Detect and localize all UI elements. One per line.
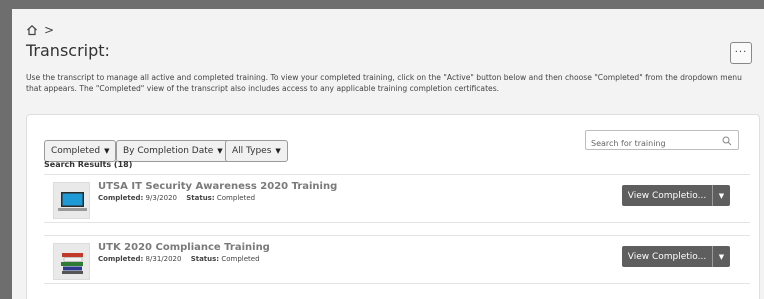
type-filter-label: All Types <box>232 146 272 156</box>
caret-down-icon: ▼ <box>275 147 281 155</box>
caret-down-icon: ▼ <box>104 147 110 155</box>
search-box <box>585 130 739 153</box>
status-label: Status: <box>186 194 215 202</box>
books-icon <box>61 253 83 274</box>
transcript-page: > Transcript: ··· Use the transcript to … <box>12 9 764 299</box>
training-title[interactable]: UTK 2020 Compliance Training <box>98 242 270 253</box>
training-meta: Completed: 9/3/2020 Status: Completed <box>98 194 255 202</box>
home-icon[interactable] <box>26 24 38 36</box>
view-completion-button[interactable]: View Completio... <box>622 185 712 206</box>
completed-label: Completed: <box>98 194 144 202</box>
laptop-icon <box>58 192 87 211</box>
breadcrumb-separator: > <box>44 23 55 37</box>
search-input[interactable] <box>586 134 716 153</box>
sort-dropdown[interactable]: By Completion Date ▼ <box>116 140 230 162</box>
status-value: Completed <box>221 255 260 263</box>
caret-down-icon[interactable]: ▼ <box>712 185 730 206</box>
training-thumbnail <box>53 243 90 280</box>
status-filter-label: Completed <box>51 146 101 156</box>
sort-label: By Completion Date <box>123 146 214 156</box>
training-meta: Completed: 8/31/2020 Status: Completed <box>98 255 260 263</box>
view-completion-button-group: View Completio... ▼ <box>622 246 730 267</box>
training-title[interactable]: UTSA IT Security Awareness 2020 Training <box>98 181 337 192</box>
type-filter-dropdown[interactable]: All Types ▼ <box>225 140 288 162</box>
page-title: Transcript: <box>26 41 110 60</box>
search-icon[interactable] <box>722 136 732 146</box>
status-value: Completed <box>216 194 256 202</box>
caret-down-icon: ▼ <box>217 147 223 155</box>
caret-down-icon[interactable]: ▼ <box>712 246 730 267</box>
completed-label: Completed: <box>98 255 144 263</box>
view-completion-button-group: View Completio... ▼ <box>622 185 730 206</box>
search-results-count: Search Results (18) <box>44 160 133 169</box>
completed-date: 9/3/2020 <box>145 194 177 202</box>
training-list-item: UTK 2020 Compliance Training Completed: … <box>44 235 750 284</box>
training-list-item: UTSA IT Security Awareness 2020 Training… <box>44 174 750 223</box>
status-label: Status: <box>190 255 220 263</box>
status-filter-dropdown[interactable]: Completed ▼ <box>44 140 117 162</box>
page-description: Use the transcript to manage all active … <box>26 73 742 93</box>
more-options-button[interactable]: ··· <box>730 42 752 64</box>
breadcrumb: > <box>26 23 54 37</box>
view-completion-button[interactable]: View Completio... <box>622 246 712 267</box>
training-thumbnail <box>53 182 90 219</box>
completed-date: 8/31/2020 <box>145 255 182 263</box>
